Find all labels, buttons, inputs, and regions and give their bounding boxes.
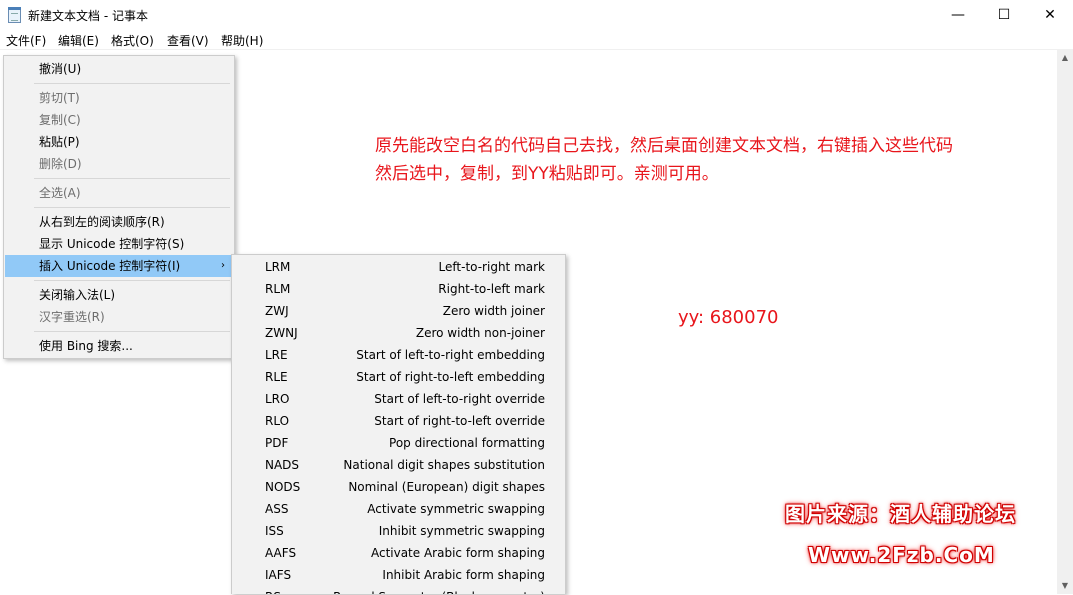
submenu-item-code: ASS <box>265 502 289 516</box>
vertical-scrollbar[interactable]: ▲ ▼ <box>1057 49 1073 594</box>
submenu-item-code: AAFS <box>265 546 297 560</box>
scroll-up-icon[interactable]: ▲ <box>1057 49 1073 66</box>
ctx-paste[interactable]: 粘贴(P) <box>5 131 233 153</box>
submenu-item-code: RS <box>265 586 281 594</box>
ctx-close-ime[interactable]: 关闭输入法(L) <box>5 284 233 306</box>
ctx-rtl-reading-order[interactable]: 从右到左的阅读顺序(R) <box>5 211 233 233</box>
menu-view[interactable]: 查看(V) <box>167 32 209 49</box>
submenu-item-code: LRE <box>265 348 288 362</box>
menu-edit[interactable]: 编辑(E) <box>58 32 99 49</box>
submenu-item-pdf[interactable]: PDF Pop directional formatting <box>232 432 565 454</box>
title-bar: 新建文本文档 - 记事本 — ☐ ✕ <box>0 0 1073 30</box>
close-icon: ✕ <box>1044 7 1056 23</box>
document-text-yy: yy: 680070 <box>678 307 779 328</box>
submenu-item-zwj[interactable]: ZWJ Zero width joiner <box>232 300 565 322</box>
chevron-right-icon: › <box>221 260 225 271</box>
menu-bar: 文件(F) 编辑(E) 格式(O) 查看(V) 帮助(H) <box>0 30 1073 49</box>
submenu-item-code: PDF <box>265 436 289 450</box>
submenu-item-code: NADS <box>265 458 300 472</box>
submenu-item-description: Left-to-right mark <box>438 260 545 274</box>
submenu-item-code: RLO <box>265 414 290 428</box>
submenu-item-zwnj[interactable]: ZWNJ Zero width non-joiner <box>232 322 565 344</box>
submenu-item-description: Pop directional formatting <box>389 436 545 450</box>
separator <box>34 207 230 208</box>
submenu-item-aafs[interactable]: AAFS Activate Arabic form shaping <box>232 542 565 564</box>
ctx-bing-search[interactable]: 使用 Bing 搜索... <box>5 335 233 357</box>
menu-file[interactable]: 文件(F) <box>6 32 46 49</box>
submenu-item-description: Start of right-to-left override <box>374 414 545 428</box>
submenu-item-description: Right-to-left mark <box>438 282 545 296</box>
minimize-icon: — <box>951 7 965 23</box>
unicode-submenu: LRM Left-to-right mark RLM Right-to-left ma… <box>231 254 566 594</box>
ctx-show-unicode[interactable]: 显示 Unicode 控制字符(S) <box>5 233 233 255</box>
submenu-item-lre[interactable]: LRE Start of left-to-right embedding <box>232 344 565 366</box>
submenu-item-rs[interactable]: RS Record Separator (Block separator) <box>232 586 565 594</box>
close-button[interactable]: ✕ <box>1027 0 1073 30</box>
submenu-item-code: ZWJ <box>265 304 289 318</box>
submenu-item-code: RLM <box>265 282 291 296</box>
notepad-icon <box>8 7 21 23</box>
submenu-item-description: Nominal (European) digit shapes <box>348 480 545 494</box>
submenu-item-nods[interactable]: NODS Nominal (European) digit shapes <box>232 476 565 498</box>
watermark-source: 图片来源：酒人辅助论坛 <box>785 502 1016 526</box>
window-title: 新建文本文档 - 记事本 <box>28 9 148 23</box>
watermark-url: Www.2Fzb.CoM <box>808 543 995 567</box>
submenu-item-description: National digit shapes substitution <box>343 458 545 472</box>
scroll-down-icon[interactable]: ▼ <box>1057 577 1073 594</box>
ctx-reconversion[interactable]: 汉字重选(R) <box>5 306 233 328</box>
submenu-item-description: Inhibit Arabic form shaping <box>382 568 545 582</box>
ctx-undo[interactable]: 撤消(U) <box>5 58 233 80</box>
submenu-item-code: LRO <box>265 392 290 406</box>
submenu-item-code: ISS <box>265 524 284 538</box>
ctx-delete[interactable]: 删除(D) <box>5 153 233 175</box>
submenu-item-rlm[interactable]: RLM Right-to-left mark <box>232 278 565 300</box>
submenu-item-iafs[interactable]: IAFS Inhibit Arabic form shaping <box>232 564 565 586</box>
context-menu: 撤消(U) 剪切(T) 复制(C) 粘贴(P) 删除(D) 全选(A) 从右到左… <box>3 55 235 359</box>
submenu-item-description: Start of right-to-left embedding <box>356 370 545 384</box>
submenu-item-rle[interactable]: RLE Start of right-to-left embedding <box>232 366 565 388</box>
submenu-item-description: Zero width non-joiner <box>415 326 545 340</box>
submenu-item-code: ZWNJ <box>265 326 298 340</box>
minimize-button[interactable]: — <box>935 0 981 30</box>
separator <box>34 178 230 179</box>
submenu-item-ass[interactable]: ASS Activate symmetric swapping <box>232 498 565 520</box>
submenu-item-iss[interactable]: ISS Inhibit symmetric swapping <box>232 520 565 542</box>
menu-format[interactable]: 格式(O) <box>111 32 154 49</box>
submenu-item-nads[interactable]: NADS National digit shapes substitution <box>232 454 565 476</box>
document-text-line-2: 然后选中，复制，到YY粘贴即可。亲测可用。 <box>375 164 719 184</box>
ctx-cut[interactable]: 剪切(T) <box>5 87 233 109</box>
submenu-item-description: Activate symmetric swapping <box>367 502 545 516</box>
submenu-item-code: IAFS <box>265 568 292 582</box>
submenu-item-description: Start of left-to-right embedding <box>356 348 545 362</box>
separator <box>34 331 230 332</box>
separator <box>34 280 230 281</box>
submenu-item-lro[interactable]: LRO Start of left-to-right override <box>232 388 565 410</box>
submenu-item-description: Record Separator (Block separator) <box>333 586 545 594</box>
submenu-item-description: Zero width joiner <box>442 304 545 318</box>
submenu-item-code: RLE <box>265 370 288 384</box>
menu-help[interactable]: 帮助(H) <box>221 32 263 49</box>
submenu-item-description: Start of left-to-right override <box>374 392 545 406</box>
submenu-item-code: NODS <box>265 480 301 494</box>
ctx-select-all[interactable]: 全选(A) <box>5 182 233 204</box>
submenu-item-rlo[interactable]: RLO Start of right-to-left override <box>232 410 565 432</box>
maximize-icon: ☐ <box>997 7 1011 23</box>
submenu-item-code: LRM <box>265 260 291 274</box>
separator <box>34 83 230 84</box>
document-text-line-1: 原先能改空白名的代码自己去找，然后桌面创建文本文档，右键插入这些代码 <box>375 136 953 156</box>
submenu-item-lrm[interactable]: LRM Left-to-right mark <box>232 256 565 278</box>
submenu-item-description: Activate Arabic form shaping <box>370 546 545 560</box>
ctx-copy[interactable]: 复制(C) <box>5 109 233 131</box>
ctx-insert-unicode[interactable]: 插入 Unicode 控制字符(I) › <box>5 255 233 277</box>
maximize-button[interactable]: ☐ <box>981 0 1027 30</box>
submenu-item-description: Inhibit symmetric swapping <box>378 524 545 538</box>
